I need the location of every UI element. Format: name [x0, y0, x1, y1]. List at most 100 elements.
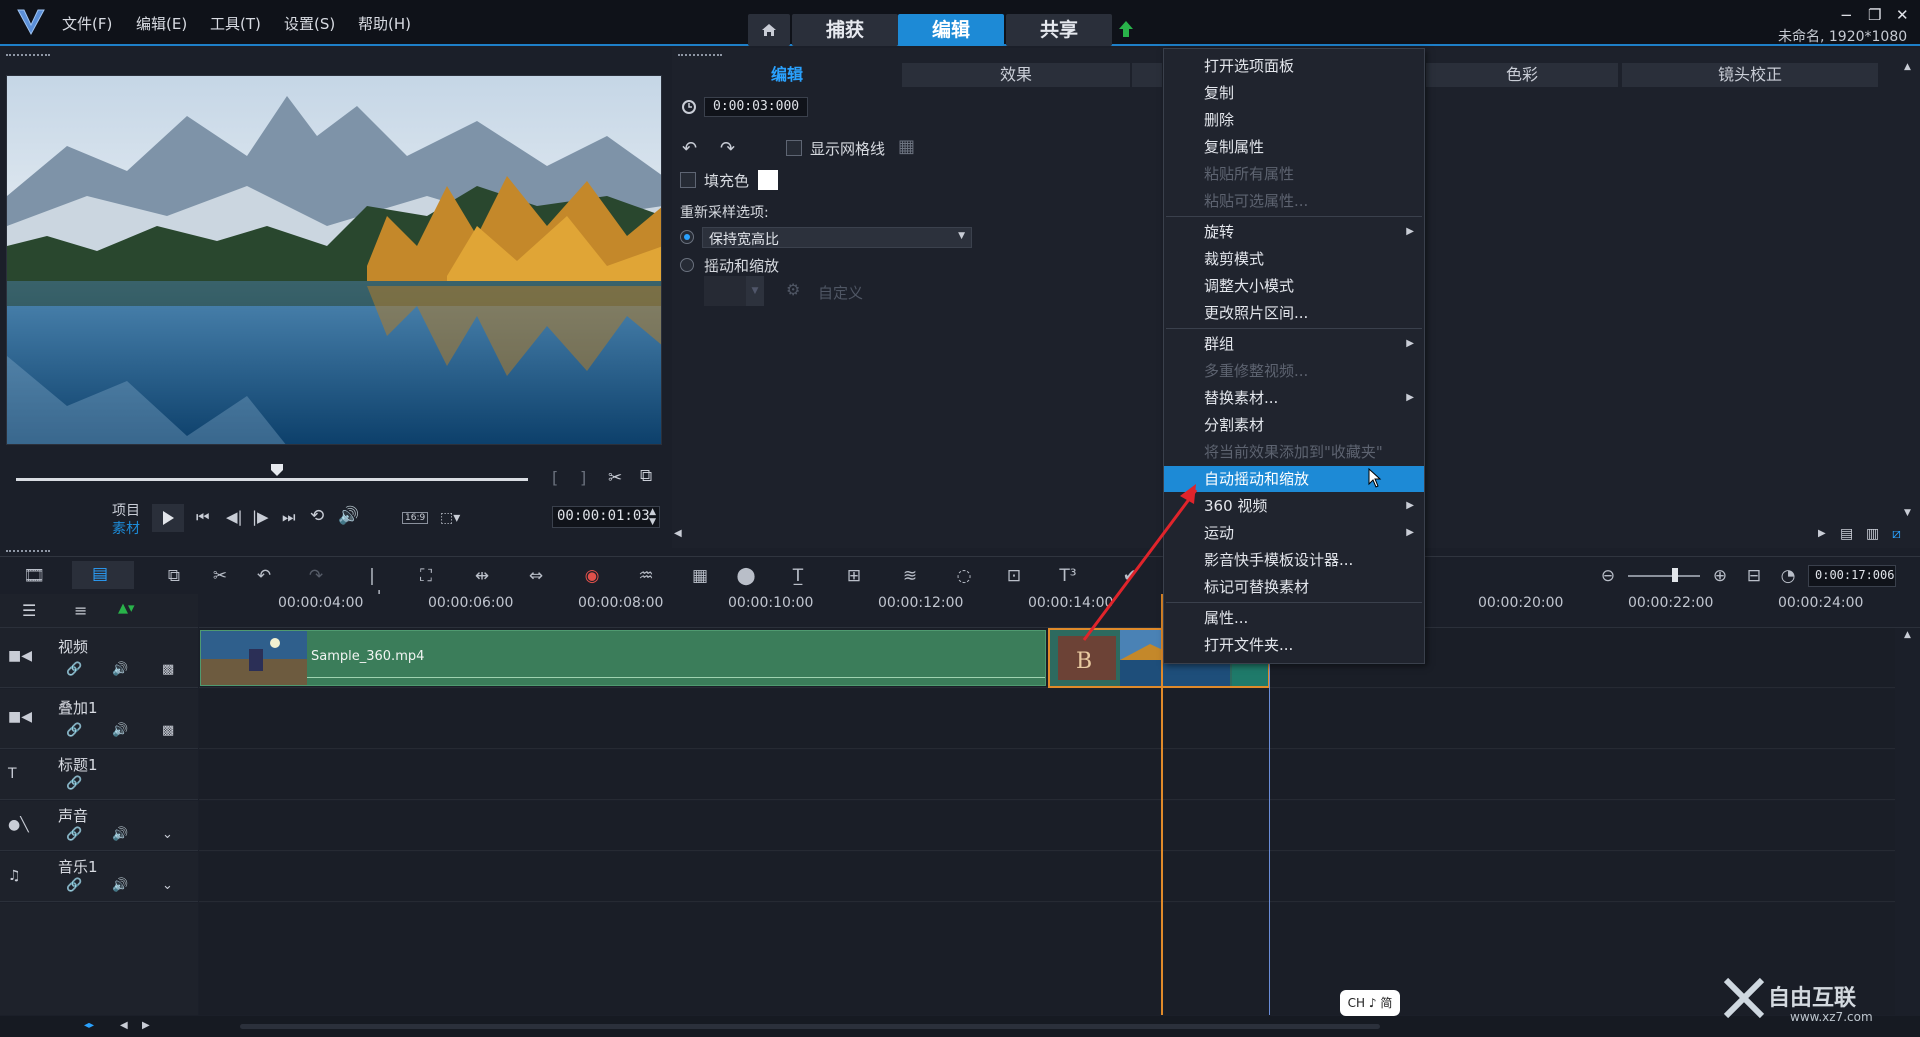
context-menu-item[interactable]: 裁剪模式 — [1164, 246, 1424, 272]
link-icon[interactable]: 🔗 — [66, 776, 82, 791]
prev-frame-icon[interactable]: ◀| — [226, 508, 243, 526]
pan-icon[interactable]: ⇔ — [524, 565, 548, 587]
fit-project-icon[interactable]: ⊟ — [1742, 565, 1766, 587]
mark-in-icon[interactable]: [ — [552, 468, 558, 487]
context-menu-item[interactable]: 影音快手模板设计器... — [1164, 547, 1424, 573]
view-mode-1-icon[interactable]: ▤ — [1840, 526, 1853, 542]
link-icon[interactable]: 🔗 — [66, 827, 82, 842]
panel-grip[interactable] — [6, 54, 50, 58]
grid-settings-icon[interactable]: ▦ — [898, 136, 915, 157]
video-clip[interactable]: Sample_360.mp4 — [200, 630, 1046, 686]
crop-mode-icon[interactable]: ⬚▾ — [440, 510, 460, 526]
pan-zoom-preset-button[interactable] — [704, 276, 746, 306]
speed-icon[interactable]: ≋ — [898, 565, 922, 587]
fill-color-swatch[interactable] — [758, 170, 778, 190]
expand-icon[interactable]: ⌄ — [162, 827, 173, 842]
context-menu-item[interactable]: 替换素材... ▶ — [1164, 385, 1424, 411]
track-lane-music[interactable] — [199, 852, 1895, 902]
scroll-right-icon[interactable]: ▶ — [1818, 528, 1826, 539]
timeline-empty-area[interactable] — [199, 903, 1895, 1015]
mark-out-icon[interactable]: ] — [580, 468, 586, 487]
zoom-slider[interactable] — [1628, 575, 1700, 577]
track-manager-icon[interactable]: ☰ — [22, 601, 36, 620]
home-button[interactable] — [748, 14, 790, 46]
timecode-stepper-icon[interactable]: ▲ ▼ — [649, 507, 656, 527]
go-start-icon[interactable]: ⏮ — [196, 508, 210, 526]
tab-effects[interactable]: 效果 — [902, 63, 1130, 87]
fit-timeline-icon[interactable]: |↔| — [360, 565, 384, 608]
scrub-handle[interactable] — [270, 463, 284, 477]
aspect-ratio-button[interactable]: 16:9 — [402, 512, 429, 524]
context-menu-item[interactable]: 删除 — [1164, 107, 1424, 133]
track-volume-icon[interactable]: 🔊 — [112, 827, 128, 842]
menu-edit[interactable]: 编辑(E) — [136, 13, 187, 34]
track-volume-icon[interactable]: 🔊 — [112, 662, 128, 677]
preset-dropdown-icon[interactable]: ▼ — [746, 276, 764, 306]
context-menu-item[interactable]: 更改照片区间... — [1164, 300, 1424, 326]
repeat-icon[interactable]: ⟲ — [310, 506, 324, 526]
redo-icon[interactable]: ↷ — [304, 565, 328, 587]
tab-share[interactable]: 共享 — [1006, 14, 1112, 46]
context-menu-item[interactable]: 调整大小模式 — [1164, 273, 1424, 299]
ripple-edit-icon[interactable]: ▲▾ — [118, 601, 135, 616]
show-grid-checkbox[interactable] — [786, 140, 802, 156]
timeline-timecode[interactable]: 0:00:17:006 — [1808, 565, 1896, 587]
scroll-left-icon[interactable]: ◀ — [120, 1020, 128, 1031]
panel-grip[interactable] — [678, 54, 722, 58]
context-menu-item[interactable]: 复制属性 — [1164, 134, 1424, 160]
link-icon[interactable]: 🔗 — [66, 878, 82, 893]
mask-icon[interactable]: ⬤ — [734, 565, 758, 587]
link-icon[interactable]: 🔗 — [66, 723, 82, 738]
subtitle-icon[interactable]: T̲ — [786, 565, 810, 587]
menu-help[interactable]: 帮助(H) — [358, 13, 411, 34]
view-mode-3-icon[interactable]: ⧄ — [1892, 526, 1901, 542]
keep-aspect-radio[interactable] — [680, 230, 694, 244]
project-mode-label[interactable]: 项目 — [112, 500, 140, 520]
zoom-in-icon[interactable]: ⊕ — [1708, 565, 1732, 587]
context-menu-item[interactable]: 标记可替换素材 — [1164, 574, 1424, 600]
context-menu-item[interactable]: 360 视频 ▶ — [1164, 493, 1424, 519]
tab-edit[interactable]: 编辑 — [898, 14, 1004, 46]
tab-color[interactable]: 色彩 — [1426, 63, 1618, 87]
upload-icon[interactable] — [1118, 20, 1134, 38]
track-scroll-up-icon[interactable]: ▲ — [1904, 630, 1911, 640]
split-screen-icon[interactable]: ⇹ — [470, 565, 494, 587]
timeline-view-button[interactable]: ▤ — [72, 561, 134, 589]
track-lane-title[interactable] — [199, 750, 1895, 800]
tab-hidden[interactable] — [1132, 63, 1162, 87]
rotate-right-icon[interactable]: ↷ — [720, 138, 735, 159]
track-header-video[interactable]: ■◀ 视频 🔗 🔊 ▩ — [0, 628, 198, 688]
player-timecode-field[interactable]: 00:00:01:03 ▲ ▼ — [552, 506, 660, 528]
track-volume-icon[interactable]: 🔊 — [112, 723, 128, 738]
track-volume-icon[interactable]: 🔊 — [112, 878, 128, 893]
context-menu-item[interactable]: 打开选项面板 — [1164, 53, 1424, 79]
expand-icon[interactable]: ⌄ — [162, 878, 173, 893]
tools-icon[interactable]: ✂ — [208, 565, 232, 587]
timeline-scrollbar[interactable] — [240, 1024, 1380, 1029]
menu-tools[interactable]: 工具(T) — [210, 13, 261, 34]
volume-icon[interactable]: 🔊 — [338, 506, 359, 526]
tab-lens-correction[interactable]: 镜头校正 — [1622, 63, 1878, 87]
next-frame-icon[interactable]: |▶ — [252, 508, 269, 526]
go-end-icon[interactable]: ⏭ — [282, 508, 296, 526]
view-mode-2-icon[interactable]: ▥ — [1866, 526, 1879, 542]
split-clip-icon[interactable]: ✂ — [608, 468, 622, 488]
track-header-music[interactable]: ♫ 音乐1 🔗 🔊 ⌄ — [0, 852, 198, 902]
scrub-bar[interactable] — [16, 478, 528, 481]
audio-wave-icon[interactable]: ♒ — [634, 565, 658, 587]
duration-field[interactable]: 0:00:03:000 — [704, 97, 808, 117]
undo-icon[interactable]: ↶ — [252, 565, 276, 587]
scroll-up-icon[interactable]: ▲ — [1904, 62, 1911, 72]
close-button[interactable]: ✕ — [1896, 6, 1909, 24]
scroll-right-icon[interactable]: ▶ — [142, 1020, 150, 1031]
context-menu-item[interactable]: 群组 ▶ — [1164, 331, 1424, 357]
rotate-left-icon[interactable]: ↶ — [682, 138, 697, 159]
track-lane-overlay[interactable] — [199, 689, 1895, 749]
context-menu-item[interactable]: 自动摇动和缩放 — [1164, 466, 1424, 492]
scroll-down-icon[interactable]: ▼ — [1904, 508, 1911, 518]
context-menu-item[interactable]: 打开文件夹... — [1164, 632, 1424, 658]
resample-select[interactable]: 保持宽高比 ▼ — [702, 227, 972, 248]
clip-mode-label[interactable]: 素材 — [112, 518, 140, 538]
minimize-button[interactable]: − — [1840, 6, 1853, 24]
panel-grip[interactable] — [6, 550, 50, 554]
